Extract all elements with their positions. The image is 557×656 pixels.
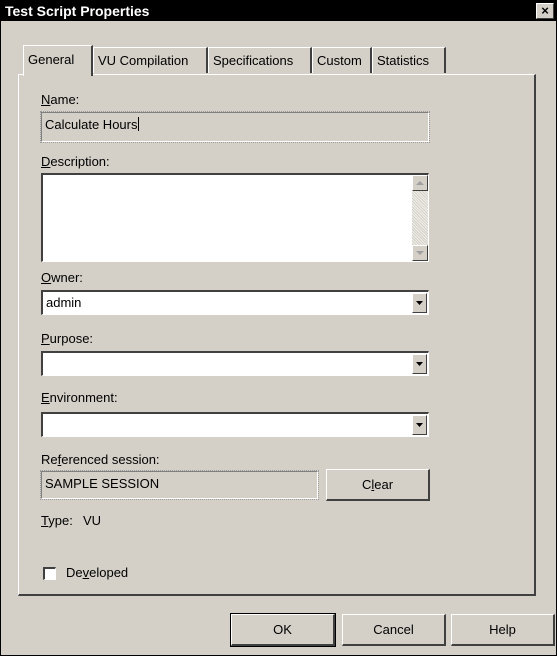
close-button[interactable]: × xyxy=(536,3,554,19)
tab-vu-compilation[interactable]: VU Compilation xyxy=(93,47,208,73)
chevron-down-icon xyxy=(416,301,423,305)
title-bar[interactable]: Test Script Properties × xyxy=(1,1,556,21)
test-script-properties-dialog: Test Script Properties × General VU Comp… xyxy=(0,0,557,656)
description-label: Description: xyxy=(41,154,110,169)
environment-dropdown-button[interactable] xyxy=(412,415,427,435)
ok-button[interactable]: OK xyxy=(230,613,336,647)
referenced-session-field: SAMPLE SESSION xyxy=(40,470,319,500)
arrow-up-icon xyxy=(416,181,424,185)
tab-general[interactable]: General xyxy=(23,45,93,76)
name-label: Name: xyxy=(41,92,80,107)
developed-label[interactable]: Developed xyxy=(66,565,128,580)
developed-checkbox[interactable] xyxy=(43,567,56,580)
environment-select[interactable] xyxy=(41,412,429,437)
window-title: Test Script Properties xyxy=(5,3,150,19)
type-value: VU xyxy=(83,513,102,528)
owner-dropdown-button[interactable] xyxy=(412,293,427,313)
type-label: Type: xyxy=(41,513,73,528)
tab-custom[interactable]: Custom xyxy=(312,47,372,73)
purpose-dropdown-button[interactable] xyxy=(412,354,427,374)
text-caret xyxy=(137,117,139,131)
cancel-button[interactable]: Cancel xyxy=(342,614,446,646)
name-field[interactable]: Calculate Hours xyxy=(40,111,430,143)
tab-statistics[interactable]: Statistics xyxy=(372,47,446,73)
scroll-up-button[interactable] xyxy=(412,175,428,191)
close-icon: × xyxy=(541,3,549,18)
chevron-down-icon xyxy=(416,423,423,427)
help-button[interactable]: Help xyxy=(451,614,555,646)
purpose-select[interactable] xyxy=(41,351,429,376)
environment-label: Environment: xyxy=(41,390,118,405)
owner-select[interactable]: admin xyxy=(41,290,429,315)
chevron-down-icon xyxy=(416,362,423,366)
description-scrollbar[interactable] xyxy=(412,175,428,261)
owner-label: Owner: xyxy=(41,270,83,285)
arrow-down-icon xyxy=(416,251,424,255)
scroll-down-button[interactable] xyxy=(412,245,428,261)
referenced-session-label: Referenced session: xyxy=(41,452,160,467)
description-textarea[interactable] xyxy=(41,173,429,262)
purpose-label: Purpose: xyxy=(41,331,94,346)
tab-specifications[interactable]: Specifications xyxy=(208,47,312,73)
clear-button[interactable]: Clear xyxy=(326,469,430,501)
